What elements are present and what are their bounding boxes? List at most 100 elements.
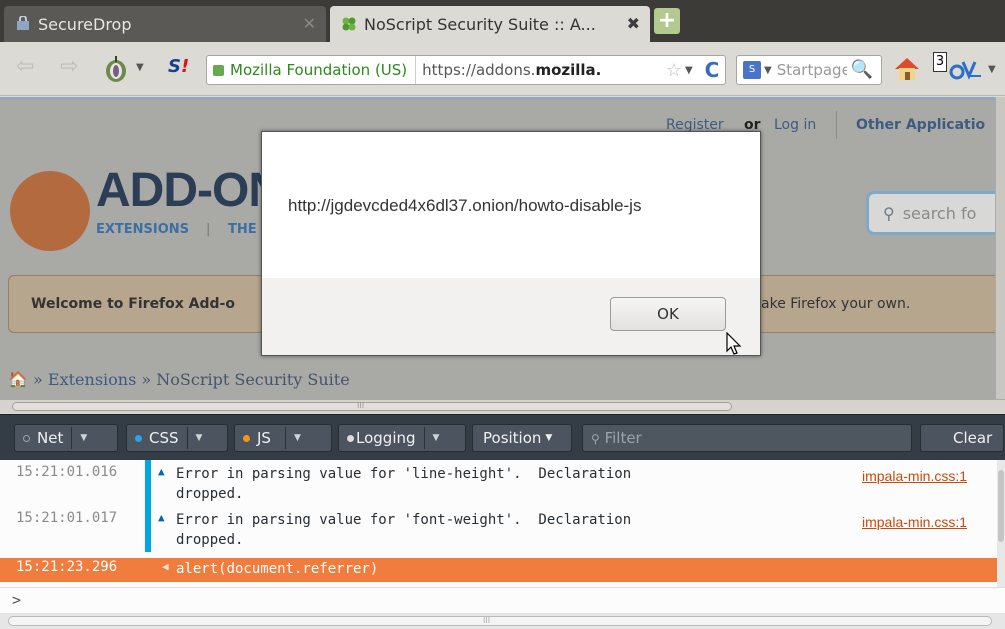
tab-label: SecureDrop: [38, 14, 132, 34]
breadcrumb-separator: »: [33, 370, 43, 389]
page-top-stripe: [0, 97, 995, 100]
web-console-toolbar: Net ▼ CSS ▼ JS ▼ Logging ▼ Position ▼ ⚲ …: [0, 414, 1005, 460]
console-output: 15:21:01.016 ▲ Error in parsing value fo…: [0, 460, 1005, 587]
net-filter-button[interactable]: Net ▼: [14, 424, 118, 452]
subnav-divider: |: [206, 222, 211, 237]
search-magnifier-icon[interactable]: 🔍: [851, 59, 873, 81]
welcome-text-right: ake Firefox your own.: [761, 296, 911, 312]
alert-message-area: http://jgdevcded4x6dl37.onion/howto-disa…: [262, 132, 760, 278]
message-source-link[interactable]: impala-min.css:1: [862, 468, 967, 484]
navigation-bar: ⇦ ⇨ ▼ S! Mozilla Foundation (US) https:/…: [0, 42, 1005, 96]
console-message-row[interactable]: 15:21:01.017 ▲ Error in parsing value fo…: [0, 506, 997, 552]
page-horizontal-scrollbar[interactable]: III: [0, 399, 1005, 413]
search-bar[interactable]: S ▼ Startpage 🔍: [736, 55, 882, 85]
logging-chevron-down-icon[interactable]: ▼: [425, 433, 448, 443]
net-label: Net: [37, 429, 64, 447]
search-input[interactable]: Startpage: [777, 61, 847, 79]
page-search-input[interactable]: ⚲ search fo: [866, 191, 995, 235]
css-category-bar: [145, 506, 151, 552]
position-button[interactable]: Position ▼: [472, 424, 572, 452]
mouse-cursor-icon: [726, 331, 742, 356]
js-filter-button[interactable]: JS ▼: [234, 424, 332, 452]
breadcrumb-extensions-link[interactable]: Extensions: [48, 370, 136, 389]
console-scroll-thumb[interactable]: [998, 470, 1004, 542]
breadcrumb: 🏠 » Extensions » NoScript Security Suite: [8, 370, 350, 389]
tab-label: NoScript Security Suite :: A...: [364, 14, 596, 34]
tab-noscript[interactable]: NoScript Security Suite :: A... ✖: [330, 6, 650, 42]
input-echo-arrow-icon: ◀: [162, 560, 169, 573]
search-engine-chevron-down-icon[interactable]: ▼: [764, 65, 772, 76]
other-applications-link[interactable]: Other Applicatio: [856, 117, 985, 133]
logging-label: Logging: [356, 429, 416, 447]
console-command-input[interactable]: >: [0, 587, 1005, 613]
forward-arrow-icon[interactable]: ⇨: [60, 54, 78, 79]
js-label: JS: [257, 429, 271, 447]
addon-toolbar-icon[interactable]: [947, 56, 983, 86]
console-filter-input[interactable]: ⚲ Filter: [582, 424, 912, 452]
search-engine-icon[interactable]: S: [743, 61, 761, 79]
search-icon: ⚲: [883, 204, 895, 223]
alert-message: http://jgdevcded4x6dl37.onion/howto-disa…: [288, 196, 642, 215]
net-dot-icon: [23, 434, 30, 442]
console-horizontal-scrollbar[interactable]: III: [0, 613, 1005, 629]
console-vertical-scrollbar[interactable]: [997, 460, 1005, 587]
net-chevron-down-icon[interactable]: ▼: [72, 433, 95, 443]
css-filter-button[interactable]: CSS ▼: [126, 424, 228, 452]
scroll-grip: III: [357, 401, 365, 410]
url-history-chevron-down-icon[interactable]: ▼: [685, 65, 699, 76]
home-icon[interactable]: [892, 54, 922, 88]
lock-icon: [213, 64, 224, 76]
filter-search-icon: ⚲: [591, 432, 600, 446]
alert-ok-button[interactable]: OK: [610, 297, 726, 331]
tab-close-icon[interactable]: ✖: [627, 14, 640, 33]
reload-icon[interactable]: C: [699, 58, 725, 82]
new-tab-button[interactable]: +: [654, 8, 680, 34]
scroll-grip: III: [483, 616, 491, 625]
noscript-favicon-icon: [340, 15, 358, 33]
position-chevron-down-icon: ▼: [545, 433, 553, 443]
warning-icon: ▲: [158, 511, 165, 524]
page-title: ADD-ON: [96, 164, 283, 217]
message-timestamp: 15:21:23.296: [16, 559, 118, 575]
position-label: Position: [483, 429, 542, 447]
securedrop-favicon-icon: [14, 15, 32, 33]
back-arrow-icon[interactable]: ⇦: [16, 54, 34, 79]
subnav-extensions[interactable]: EXTENSIONS: [96, 222, 189, 237]
breadcrumb-separator: »: [141, 370, 152, 389]
css-label: CSS: [149, 429, 179, 447]
console-input-echo-row[interactable]: 15:21:23.296 ◀ alert(document.referrer): [0, 558, 997, 582]
url-text[interactable]: https://addons.mozilla.: [416, 61, 663, 79]
addon-chevron-down-icon[interactable]: ▼: [988, 64, 996, 75]
console-clear-button[interactable]: Clear: [920, 424, 1004, 452]
site-identity-label: Mozilla Foundation (US): [230, 61, 408, 79]
welcome-text-left: Welcome to Firefox Add-o: [31, 296, 235, 312]
tab-close-icon[interactable]: ✕: [303, 14, 316, 33]
tab-bar: SecureDrop ✕ NoScript Security Suite :: …: [0, 0, 1005, 42]
page-hscroll-thumb[interactable]: III: [12, 401, 732, 411]
tab-securedrop[interactable]: SecureDrop ✕: [4, 6, 326, 42]
js-chevron-down-icon[interactable]: ▼: [286, 433, 309, 443]
css-chevron-down-icon[interactable]: ▼: [188, 433, 211, 443]
logging-dot-icon: [347, 434, 354, 442]
warning-icon: ▲: [158, 465, 165, 478]
url-bar[interactable]: Mozilla Foundation (US) https://addons.m…: [206, 55, 726, 85]
tor-onion-icon[interactable]: [102, 54, 132, 88]
message-source-link[interactable]: impala-min.css:1: [862, 514, 967, 530]
page-vertical-scrollbar[interactable]: [995, 97, 1005, 402]
subnav-themes[interactable]: THE: [228, 222, 257, 237]
bookmark-star-icon[interactable]: ☆: [663, 60, 685, 81]
console-hscroll-thumb[interactable]: III: [8, 616, 992, 626]
tor-menu-chevron-down-icon[interactable]: ▼: [136, 62, 144, 73]
filter-placeholder: Filter: [604, 429, 642, 447]
login-link[interactable]: Log in: [774, 117, 816, 133]
message-timestamp: 15:21:01.016: [16, 464, 118, 480]
noscript-s-icon[interactable]: S!: [168, 56, 189, 77]
breadcrumb-current: NoScript Security Suite: [156, 370, 350, 389]
site-identity[interactable]: Mozilla Foundation (US): [207, 56, 417, 84]
logging-filter-button[interactable]: Logging ▼: [338, 424, 466, 452]
message-timestamp: 15:21:01.017: [16, 510, 118, 526]
home-breadcrumb-icon[interactable]: 🏠: [8, 370, 28, 389]
tor-circuit-badge[interactable]: 3: [933, 52, 947, 72]
message-text: Error in parsing value for 'font-weight'…: [176, 512, 632, 548]
console-message-row[interactable]: 15:21:01.016 ▲ Error in parsing value fo…: [0, 460, 997, 506]
